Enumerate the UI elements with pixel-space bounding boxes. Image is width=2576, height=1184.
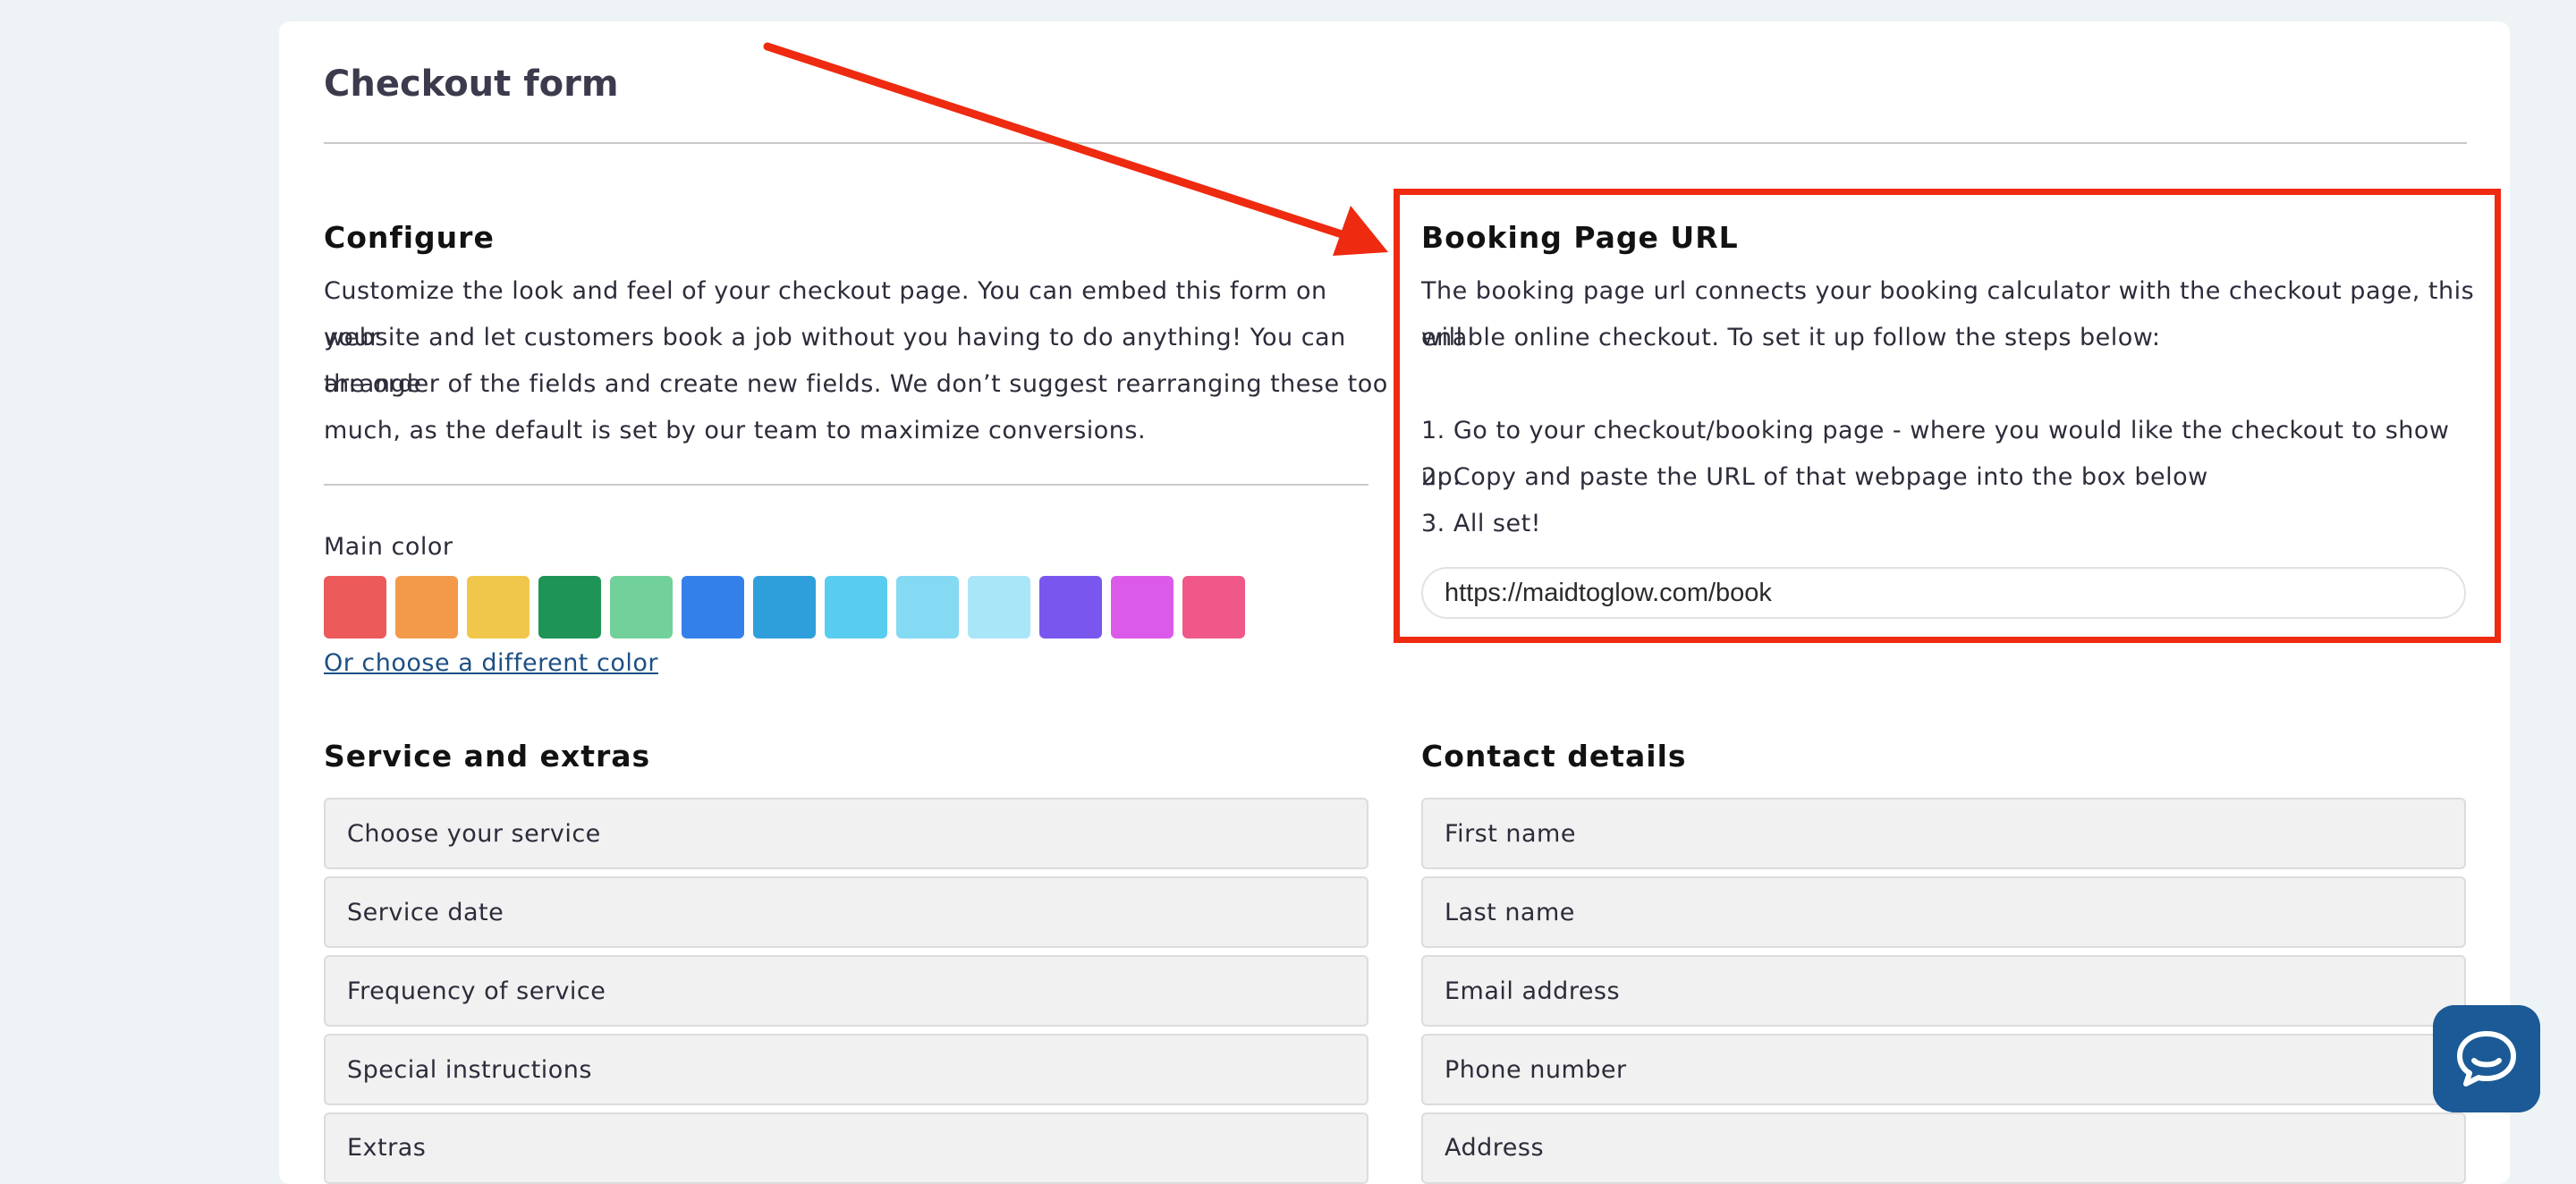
extras-field[interactable]: Extras — [324, 1112, 1368, 1184]
color-swatch-orange[interactable] — [395, 576, 458, 639]
color-swatch-light-green[interactable] — [610, 576, 673, 639]
configure-description-line-4: much, as the default is set by our team … — [324, 417, 1147, 444]
configure-divider — [324, 484, 1368, 486]
address-field[interactable]: Address — [1421, 1112, 2466, 1184]
contact-details-heading: Contact details — [1421, 739, 1687, 774]
chat-launcher-button[interactable] — [2433, 1005, 2540, 1112]
color-swatch-dark-green[interactable] — [538, 576, 601, 639]
booking-description-line-2: enable online checkout. To set it up fol… — [1421, 324, 2161, 351]
color-swatch-red[interactable] — [324, 576, 386, 639]
booking-step-3: 3. All set! — [1421, 510, 1541, 537]
booking-step-2: 2. Copy and paste the URL of that webpag… — [1421, 463, 2208, 491]
service-extras-heading: Service and extras — [324, 739, 651, 774]
booking-url-heading: Booking Page URL — [1421, 220, 1739, 255]
last-name-field[interactable]: Last name — [1421, 876, 2466, 948]
configure-description-line-3: the order of the fields and create new f… — [324, 370, 1388, 398]
choose-different-color-link[interactable]: Or choose a different color — [324, 649, 658, 677]
color-swatch-purple[interactable] — [1039, 576, 1102, 639]
choose-service-field[interactable]: Choose your service — [324, 798, 1368, 869]
page-title: Checkout form — [324, 63, 619, 105]
main-color-label: Main color — [324, 533, 453, 561]
chat-bubble-icon — [2457, 1031, 2516, 1087]
color-swatch-yellow[interactable] — [467, 576, 530, 639]
frequency-field[interactable]: Frequency of service — [324, 955, 1368, 1027]
booking-url-input[interactable] — [1421, 567, 2466, 619]
configure-heading: Configure — [324, 220, 495, 255]
color-swatch-blue[interactable] — [682, 576, 744, 639]
title-divider — [324, 142, 2467, 144]
color-swatch-pink[interactable] — [1182, 576, 1245, 639]
special-instructions-field[interactable]: Special instructions — [324, 1034, 1368, 1105]
phone-number-field[interactable]: Phone number — [1421, 1034, 2466, 1105]
color-swatch-row — [324, 576, 1308, 640]
color-swatch-cyan[interactable] — [825, 576, 887, 639]
service-date-field[interactable]: Service date — [324, 876, 1368, 948]
color-swatch-magenta[interactable] — [1111, 576, 1174, 639]
first-name-field[interactable]: First name — [1421, 798, 2466, 869]
color-swatch-light-cyan[interactable] — [896, 576, 959, 639]
email-address-field[interactable]: Email address — [1421, 955, 2466, 1027]
color-swatch-medium-blue[interactable] — [753, 576, 816, 639]
color-swatch-pale-cyan[interactable] — [968, 576, 1030, 639]
